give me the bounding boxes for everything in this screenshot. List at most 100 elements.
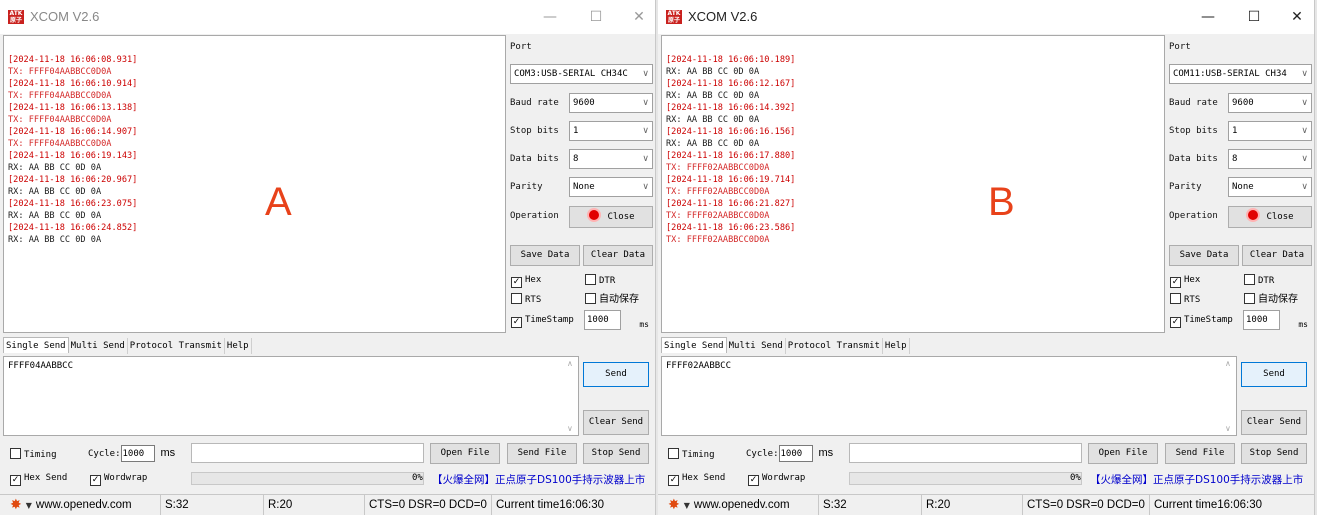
save-data-button[interactable]: Save Data xyxy=(1169,245,1239,266)
tab-protocol-transmit[interactable]: Protocol Transmit xyxy=(128,338,225,354)
status-bar: ✸ ▼ www.openedv.com S:32 R:20 CTS=0 DSR=0 … xyxy=(658,494,1314,515)
tab-help[interactable]: Help xyxy=(225,338,252,354)
hex-send-checkbox[interactable]: ✓ Hex Send xyxy=(10,472,67,486)
timing-checkbox[interactable]: Timing xyxy=(10,448,57,461)
status-url-cell[interactable]: ✸ ▼ www.openedv.com xyxy=(0,495,161,515)
chevron-down-icon: ∨ xyxy=(1301,126,1308,136)
log-line-rx: RX: AA BB CC 0D 0A xyxy=(8,235,102,245)
tab-multi-send[interactable]: Multi Send xyxy=(727,338,786,354)
close-window-button[interactable]: ✕ xyxy=(628,6,650,28)
status-url[interactable]: www.openedv.com xyxy=(36,499,132,511)
rts-checkbox[interactable]: RTS xyxy=(1170,293,1200,306)
hex-send-checkbox[interactable]: ✓ Hex Send xyxy=(668,472,725,486)
parity-label: Parity xyxy=(1169,182,1202,192)
log-line-tx: TX: FFFF04AABBCC0D0A xyxy=(8,115,112,125)
parity-select[interactable]: None ∨ xyxy=(1228,177,1312,197)
cycle-input[interactable] xyxy=(120,445,155,462)
send-scrollbar[interactable]: ∧ ∨ xyxy=(564,357,578,435)
status-url-cell[interactable]: ✸ ▼ www.openedv.com xyxy=(658,495,819,515)
maximize-button[interactable]: ☐ xyxy=(585,6,607,28)
autosave-checkbox[interactable]: 自动保存 xyxy=(1244,293,1298,306)
receive-area[interactable]: [2024-11-18 16:06:08.931] TX: FFFF04AABBC… xyxy=(3,35,506,333)
chevron-down-icon: ∨ xyxy=(1301,69,1308,79)
minimize-button[interactable]: — xyxy=(1197,6,1219,28)
dtr-checkbox[interactable]: DTR xyxy=(585,274,615,287)
send-scrollbar[interactable]: ∧ ∨ xyxy=(1222,357,1236,435)
stop-bits-value: 1 xyxy=(1232,126,1238,136)
send-file-button[interactable]: Send File xyxy=(1165,443,1235,464)
stop-bits-select[interactable]: 1 ∨ xyxy=(1228,121,1312,141)
stop-send-button[interactable]: Stop Send xyxy=(1241,443,1307,464)
status-url[interactable]: www.openedv.com xyxy=(694,499,790,511)
send-file-button[interactable]: Send File xyxy=(507,443,577,464)
log-line-tx: TX: FFFF02AABBCC0D0A xyxy=(666,235,770,245)
data-bits-select[interactable]: 8 ∨ xyxy=(569,149,653,169)
log-line-rx: RX: AA BB CC 0D 0A xyxy=(666,115,760,125)
atk-logo-icon: ATK 原子 xyxy=(666,10,682,24)
dtr-checkbox[interactable]: DTR xyxy=(1244,274,1274,287)
data-bits-select[interactable]: 8 ∨ xyxy=(1228,149,1312,169)
promo-link[interactable]: 【火爆全网】正点原子DS100手持示波器上市 xyxy=(1090,472,1303,487)
gear-icon[interactable]: ✸ xyxy=(10,495,22,515)
chevron-down-icon: ∨ xyxy=(1301,182,1308,192)
close-port-button[interactable]: Close xyxy=(569,206,653,228)
timestamp-checkbox[interactable]: ✓ TimeStamp xyxy=(1170,314,1233,328)
hex-checkbox[interactable]: ✓ Hex xyxy=(1170,274,1200,288)
hex-check: ✓ xyxy=(1170,277,1181,288)
send-input[interactable]: FFFF04AABBCC ∧ ∨ xyxy=(3,356,579,436)
receive-area[interactable]: [2024-11-18 16:06:10.189] RX: AA BB CC 0D… xyxy=(661,35,1165,333)
autosave-checkbox[interactable]: 自动保存 xyxy=(585,293,639,306)
rts-checkbox[interactable]: RTS xyxy=(511,293,541,306)
tab-help[interactable]: Help xyxy=(883,338,910,354)
cycle-input[interactable] xyxy=(778,445,813,462)
baud-rate-select[interactable]: 9600 ∨ xyxy=(1228,93,1312,113)
close-port-button[interactable]: Close xyxy=(1228,206,1312,228)
stop-bits-select[interactable]: 1 ∨ xyxy=(569,121,653,141)
port-select[interactable]: COM11:USB-SERIAL CH34 ∨ xyxy=(1169,64,1312,84)
timestamp-interval-input[interactable]: 1000 xyxy=(584,310,621,330)
clear-send-button[interactable]: Clear Send xyxy=(1241,410,1307,435)
tab-multi-send[interactable]: Multi Send xyxy=(69,338,128,354)
log-line-tx: TX: FFFF04AABBCC0D0A xyxy=(8,139,112,149)
timestamp-checkbox[interactable]: ✓ TimeStamp xyxy=(511,314,574,328)
autosave-check xyxy=(1244,293,1255,304)
timing-label: Timing xyxy=(24,450,57,460)
open-file-button[interactable]: Open File xyxy=(1088,443,1158,464)
send-button[interactable]: Send xyxy=(583,362,649,387)
clear-send-button[interactable]: Clear Send xyxy=(583,410,649,435)
send-input[interactable]: FFFF02AABBCC ∧ ∨ xyxy=(661,356,1237,436)
stop-send-button[interactable]: Stop Send xyxy=(583,443,649,464)
baud-rate-select[interactable]: 9600 ∨ xyxy=(569,93,653,113)
timing-check xyxy=(668,448,679,459)
log-line-tx: TX: FFFF02AABBCC0D0A xyxy=(666,187,770,197)
hex-checkbox[interactable]: ✓ Hex xyxy=(511,274,541,288)
minimize-button[interactable]: — xyxy=(539,6,561,28)
maximize-button[interactable]: ☐ xyxy=(1243,6,1265,28)
tab-single-send[interactable]: Single Send xyxy=(661,337,727,353)
file-path-field[interactable] xyxy=(191,443,424,463)
wordwrap-checkbox[interactable]: ✓ Wordwrap xyxy=(748,472,805,486)
wordwrap-checkbox[interactable]: ✓ Wordwrap xyxy=(90,472,147,486)
clear-data-button[interactable]: Clear Data xyxy=(583,245,653,266)
send-input-text: FFFF02AABBCC xyxy=(666,361,732,371)
promo-link[interactable]: 【火爆全网】正点原子DS100手持示波器上市 xyxy=(432,472,645,487)
save-data-button[interactable]: Save Data xyxy=(510,245,580,266)
port-select[interactable]: COM3:USB-SERIAL CH34C ∨ xyxy=(510,64,653,84)
close-window-button[interactable]: ✕ xyxy=(1286,6,1308,28)
rts-check xyxy=(1170,293,1181,304)
gear-icon[interactable]: ✸ xyxy=(668,495,680,515)
send-button[interactable]: Send xyxy=(1241,362,1307,387)
tab-single-send[interactable]: Single Send xyxy=(3,337,69,353)
wordwrap-check: ✓ xyxy=(748,475,759,486)
parity-select[interactable]: None ∨ xyxy=(569,177,653,197)
timestamp-interval-input[interactable]: 1000 xyxy=(1243,310,1280,330)
title-bar[interactable]: ATK 原子 XCOM V2.6 — ☐ ✕ xyxy=(658,0,1314,34)
file-path-field[interactable] xyxy=(849,443,1082,463)
data-bits-label: Data bits xyxy=(1169,154,1218,164)
tab-protocol-transmit[interactable]: Protocol Transmit xyxy=(786,338,883,354)
title-bar[interactable]: ATK 原子 XCOM V2.6 — ☐ ✕ xyxy=(0,0,655,34)
receive-log: [2024-11-18 16:06:08.931] TX: FFFF04AABBC… xyxy=(8,54,505,246)
timing-checkbox[interactable]: Timing xyxy=(668,448,715,461)
clear-data-button[interactable]: Clear Data xyxy=(1242,245,1312,266)
open-file-button[interactable]: Open File xyxy=(430,443,500,464)
